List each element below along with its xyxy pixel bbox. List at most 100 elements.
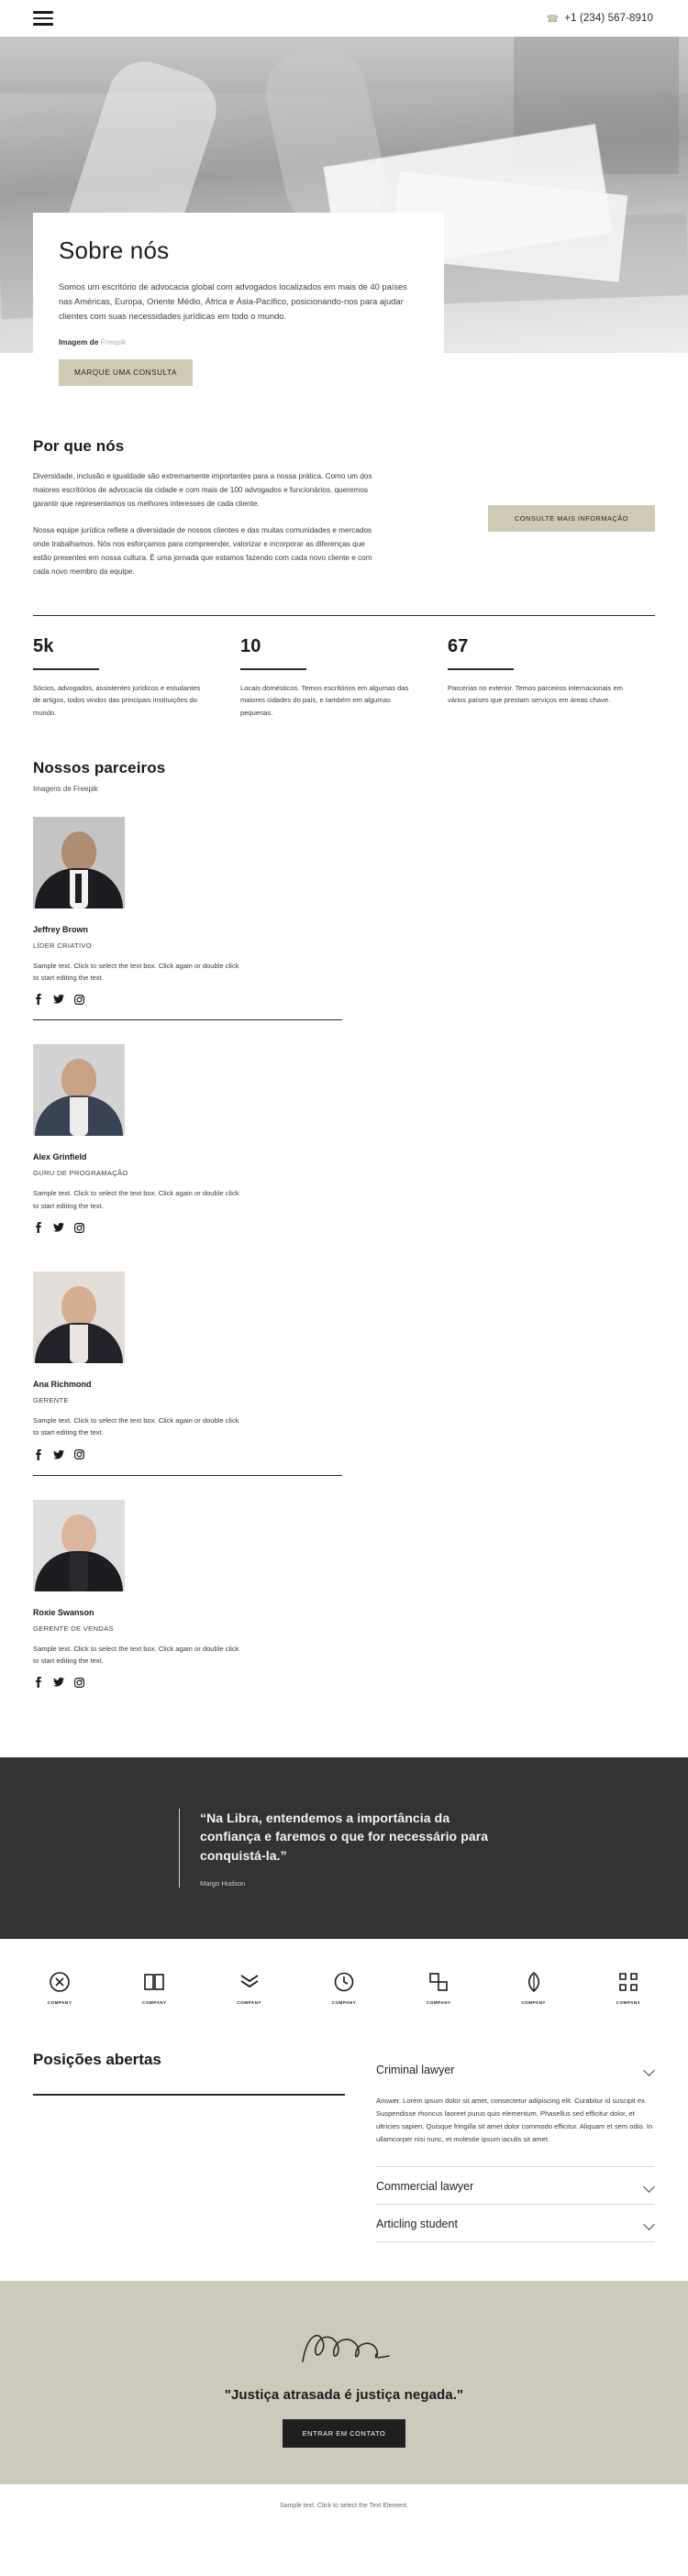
stat-description: Sócios, advogados, assistentes jurídicos… bbox=[33, 684, 201, 717]
member-bio: Sample text. Click to select the text bo… bbox=[33, 961, 239, 983]
accordion-header[interactable]: Criminal lawyer bbox=[376, 2051, 655, 2087]
why-us-paragraph-1: Diversidade, inclusão e igualdade são ex… bbox=[33, 472, 372, 508]
stat-divider bbox=[33, 668, 99, 671]
partners-section: Nossos parceiros Imagens de Freepik Jeff… bbox=[0, 719, 688, 1726]
member-role: GURU DE PROGRAMAÇÃO bbox=[33, 1169, 128, 1178]
instagram-icon[interactable] bbox=[74, 1677, 84, 1688]
twitter-icon[interactable] bbox=[53, 1222, 64, 1233]
cta-section: "Justiça atrasada é justiça negada." ENT… bbox=[0, 2281, 688, 2485]
page-root: ☎ +1 (234) 567-8910 Sobre nós Somos um e… bbox=[0, 0, 688, 2532]
chevron-down-icon[interactable] bbox=[645, 2219, 655, 2229]
squares-icon bbox=[427, 1970, 450, 1994]
accordion-title: Criminal lawyer bbox=[376, 2064, 455, 2077]
accordion-title: Articling student bbox=[376, 2218, 458, 2231]
stat-number: 5k bbox=[33, 636, 54, 657]
facebook-icon[interactable] bbox=[33, 1448, 43, 1460]
instagram-icon[interactable] bbox=[74, 1222, 84, 1233]
accordion-item-articling-student: Articling student bbox=[376, 2205, 655, 2243]
team-grid: Jeffrey Brown LÍDER CRIATIVO Sample text… bbox=[33, 816, 655, 1726]
stat-divider bbox=[447, 668, 514, 671]
stat-description: Locais domésticos. Temos escritórios em … bbox=[239, 684, 409, 717]
client-logo: COMPANY bbox=[410, 1970, 467, 2005]
freepik-link[interactable]: Freepik bbox=[101, 337, 127, 347]
member-bio: Sample text. Click to select the text bo… bbox=[33, 1416, 239, 1437]
stat-description: Parcerias no exterior. Temos parceiros i… bbox=[447, 684, 623, 705]
team-member-card: Ana Richmond GERENTE Sample text. Click … bbox=[33, 1271, 342, 1476]
why-us-paragraph-2: Nossa equipe jurídica reflete a diversid… bbox=[33, 525, 372, 576]
client-logo-label: COMPANY bbox=[521, 2000, 546, 2006]
client-logo-label: COMPANY bbox=[331, 2000, 357, 2006]
book-icon bbox=[142, 1970, 166, 1994]
avatar bbox=[33, 816, 125, 908]
more-info-button[interactable]: CONSULTE MAIS INFORMAÇÃO bbox=[488, 505, 655, 532]
why-us-title: Por que nós bbox=[33, 437, 125, 455]
image-credit: Imagem de Freepik bbox=[59, 337, 416, 347]
leaf-icon bbox=[522, 1970, 546, 1994]
client-logo-label: COMPANY bbox=[616, 2000, 641, 2006]
twitter-icon[interactable] bbox=[53, 1449, 64, 1460]
member-role: GERENTE DE VENDAS bbox=[33, 1624, 114, 1633]
client-logo-label: COMPANY bbox=[237, 2000, 261, 2006]
client-logos: COMPANY COMPANY COMPANY COMPANY COMPANY bbox=[0, 1939, 688, 2042]
chevron-down-icon[interactable] bbox=[645, 2182, 655, 2192]
accordion-item-criminal-lawyer: Criminal lawyer Answer. Lorem ipsum dolo… bbox=[376, 2051, 655, 2168]
phone-number: +1 (234) 567-8910 bbox=[564, 13, 653, 24]
site-header: ☎ +1 (234) 567-8910 bbox=[0, 0, 688, 37]
stat-divider bbox=[239, 668, 306, 671]
about-card: Sobre nós Somos um escritório de advocac… bbox=[33, 213, 444, 410]
phone-contact[interactable]: ☎ +1 (234) 567-8910 bbox=[547, 13, 653, 25]
avatar bbox=[33, 1271, 125, 1364]
chevrons-icon bbox=[238, 1970, 261, 1994]
stat-number: 67 bbox=[447, 636, 469, 657]
member-role: LÍDER CRIATIVO bbox=[33, 941, 92, 950]
member-role: GERENTE bbox=[33, 1396, 69, 1405]
member-name: Ana Richmond bbox=[33, 1380, 92, 1390]
member-bio: Sample text. Click to select the text bo… bbox=[33, 1644, 239, 1665]
social-links bbox=[33, 1448, 342, 1460]
stat-item: 67 Parcerias no exterior. Temos parceiro… bbox=[447, 636, 655, 718]
positions-title: Posições abertas bbox=[33, 2051, 161, 2069]
facebook-icon[interactable] bbox=[33, 994, 43, 1006]
team-member-card: Jeffrey Brown LÍDER CRIATIVO Sample text… bbox=[33, 816, 342, 1021]
member-name: Jeffrey Brown bbox=[33, 924, 89, 934]
team-member-card: Roxie Swanson GERENTE DE VENDAS Sample t… bbox=[33, 1499, 342, 1703]
about-paragraph: Somos um escritório de advocacia global … bbox=[59, 282, 407, 321]
instagram-icon[interactable] bbox=[74, 1449, 84, 1460]
image-credit-label: Imagem de bbox=[59, 336, 101, 347]
social-links bbox=[33, 1677, 342, 1689]
social-links bbox=[33, 994, 342, 1006]
client-logo: COMPANY bbox=[126, 1970, 183, 2005]
accordion-item-commercial-lawyer: Commercial lawyer bbox=[376, 2167, 655, 2206]
circle-emblem-icon bbox=[48, 1970, 72, 1994]
partners-subtitle: Imagens de Freepik bbox=[33, 784, 98, 793]
member-name: Alex Grinfield bbox=[33, 1152, 87, 1162]
avatar bbox=[33, 1499, 125, 1591]
facebook-icon[interactable] bbox=[33, 1677, 43, 1689]
client-logo: COMPANY bbox=[31, 1970, 88, 2005]
avatar bbox=[33, 1044, 125, 1137]
facebook-icon[interactable] bbox=[33, 1222, 43, 1234]
client-logo: COMPANY bbox=[505, 1970, 562, 2005]
accordion-header[interactable]: Commercial lawyer bbox=[376, 2167, 655, 2204]
contact-button[interactable]: ENTRAR EM CONTATO bbox=[282, 2419, 406, 2449]
twitter-icon[interactable] bbox=[53, 1677, 64, 1688]
hamburger-menu-icon[interactable] bbox=[33, 7, 53, 29]
accordion-body: Answer. Lorem ipsum dolor sit amet, cons… bbox=[376, 2097, 653, 2144]
accordion-title: Commercial lawyer bbox=[376, 2180, 474, 2194]
stats-row: 5k Sócios, advogados, assistentes jurídi… bbox=[33, 615, 655, 718]
quote-text: “Na Libra, entendemos a importância da c… bbox=[200, 1811, 489, 1863]
page-title: Sobre nós bbox=[59, 237, 170, 264]
accordion-header[interactable]: Articling student bbox=[376, 2205, 655, 2241]
twitter-icon[interactable] bbox=[53, 994, 64, 1005]
open-positions-section: Posições abertas Criminal lawyer Answer.… bbox=[0, 2042, 688, 2281]
client-logo-label: COMPANY bbox=[426, 2000, 451, 2006]
client-logo-label: COMPANY bbox=[142, 2000, 167, 2006]
chevron-down-icon[interactable] bbox=[645, 2065, 655, 2075]
stat-item: 10 Locais domésticos. Temos escritórios … bbox=[239, 636, 448, 718]
instagram-icon[interactable] bbox=[74, 994, 84, 1005]
team-member-card: Alex Grinfield GURU DE PROGRAMAÇÃO Sampl… bbox=[33, 1044, 342, 1248]
quote-section: “Na Libra, entendemos a importância da c… bbox=[0, 1757, 688, 1940]
why-us-text: Diversidade, inclusão e igualdade são ex… bbox=[33, 470, 372, 591]
book-consultation-button[interactable]: MARQUE UMA CONSULTA bbox=[59, 358, 194, 386]
client-logo: COMPANY bbox=[316, 1970, 372, 2005]
